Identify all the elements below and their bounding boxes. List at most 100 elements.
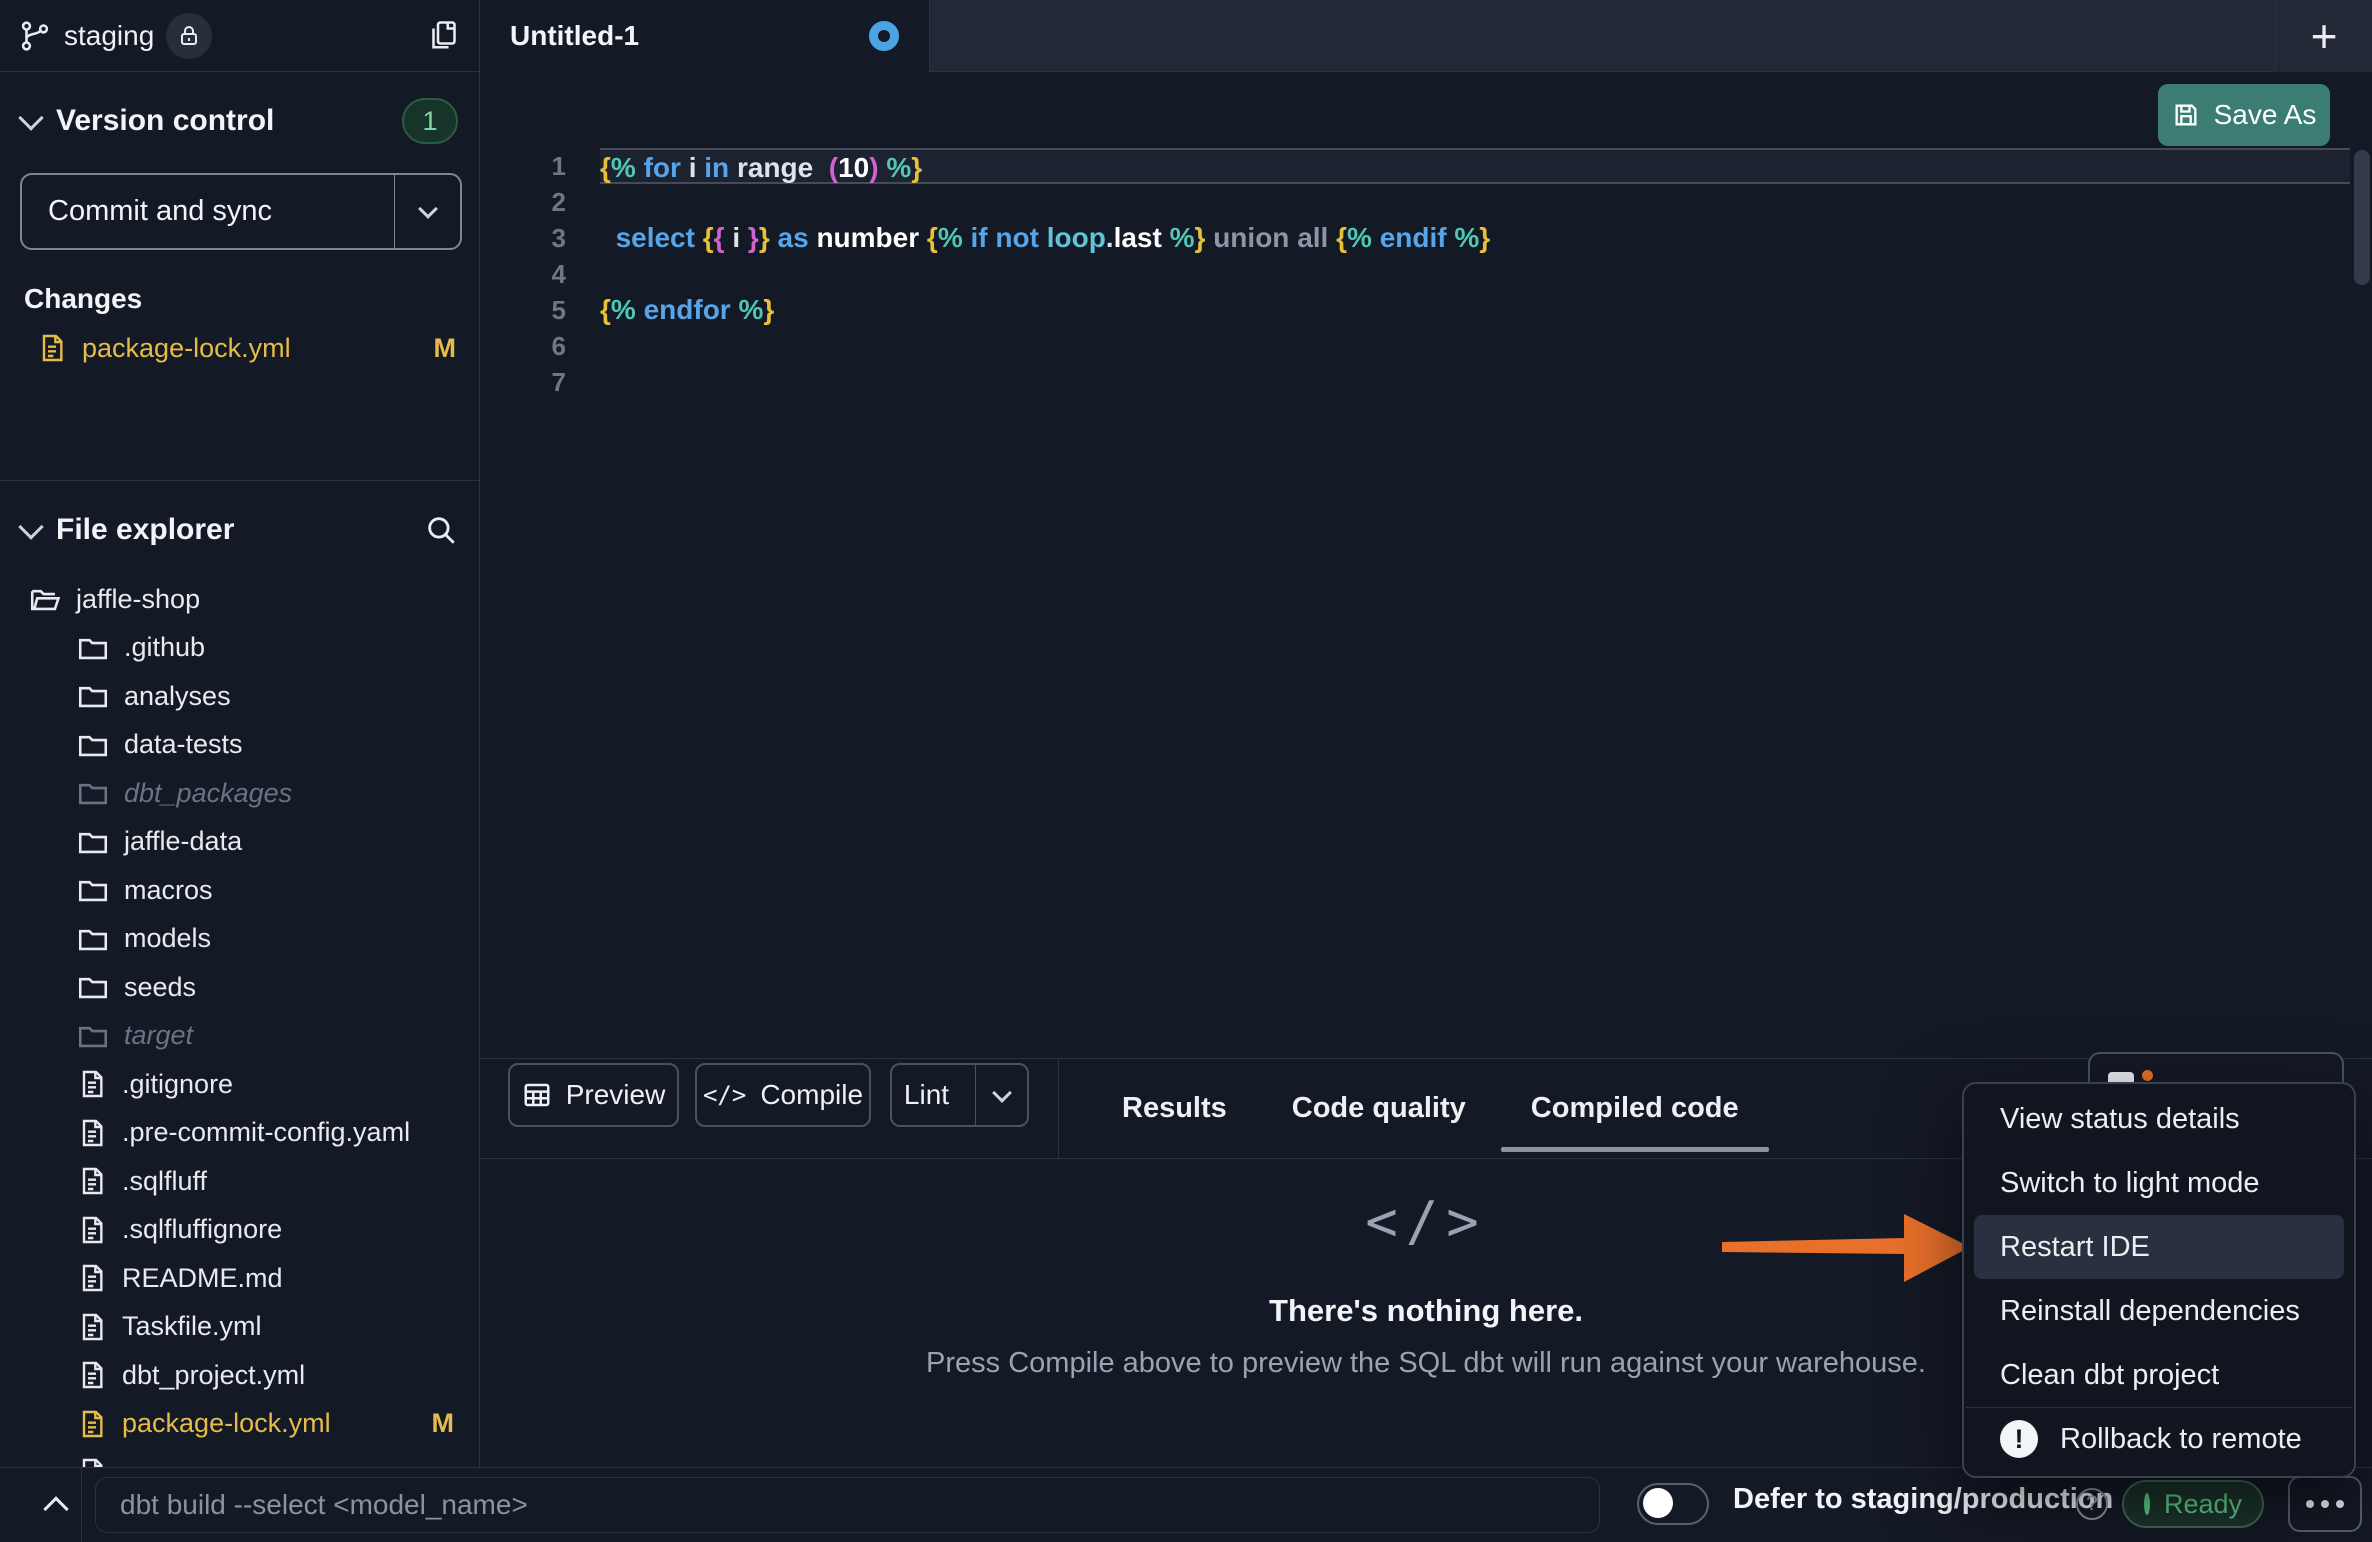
code-line-7[interactable]: 7 (480, 364, 2372, 400)
folder-open-icon (28, 582, 62, 616)
chevron-down-icon (418, 199, 438, 219)
tree-item-data-tests[interactable]: data-tests (0, 721, 480, 770)
git-branch-icon (18, 19, 52, 53)
tree-item-.github[interactable]: .github (0, 624, 480, 673)
line-number: 7 (480, 364, 566, 400)
code-line-2[interactable]: 2 (480, 184, 2372, 220)
tree-item-models[interactable]: models (0, 915, 480, 964)
tree-item-jaffle-data[interactable]: jaffle-data (0, 818, 480, 867)
code-line-3[interactable]: 3 select {{ i }} as number {% if not loo… (480, 220, 2372, 256)
tree-item-target[interactable]: target (0, 1012, 480, 1061)
file-explorer-header[interactable]: File explorer (0, 495, 480, 565)
tree-item-label: .sqlfluffignore (122, 1214, 282, 1245)
table-icon (522, 1080, 552, 1110)
menu-item-restart-ide[interactable]: Restart IDE (1974, 1215, 2344, 1279)
tree-item-package-lock.yml[interactable]: package-lock.ymlM (0, 1400, 480, 1449)
save-as-button[interactable]: Save As (2158, 84, 2330, 146)
ready-label: Ready (2164, 1489, 2242, 1520)
tree-item[interactable] (0, 1448, 480, 1467)
line-number: 1 (480, 148, 566, 184)
version-control-header[interactable]: Version control 1 (0, 86, 480, 156)
copy-icon[interactable] (426, 18, 462, 54)
folder-icon (76, 873, 110, 907)
tree-item-label: .gitignore (122, 1069, 233, 1100)
preview-label: Preview (566, 1079, 666, 1111)
tree-item-Taskfile.yml[interactable]: Taskfile.yml (0, 1303, 480, 1352)
branch-selector[interactable]: staging (18, 13, 212, 59)
tree-item-jaffle-shop[interactable]: jaffle-shop (0, 575, 480, 624)
ide-status-menu: View status detailsSwitch to light modeR… (1962, 1082, 2356, 1478)
tab-untitled-1[interactable]: Untitled-1 (480, 0, 930, 72)
tree-item-.sqlfluff[interactable]: .sqlfluff (0, 1157, 480, 1206)
menu-item-clean-dbt-project[interactable]: Clean dbt project (1974, 1343, 2344, 1407)
compile-label: Compile (760, 1079, 863, 1111)
tree-item-seeds[interactable]: seeds (0, 963, 480, 1012)
defer-label: Defer to staging/production (1733, 1483, 2113, 1516)
chevron-down-icon (992, 1083, 1012, 1103)
code-editor[interactable]: 1{% for i in range (10) %}23 select {{ i… (480, 148, 2372, 1058)
lint-dropdown[interactable] (975, 1065, 1027, 1125)
code-line-5[interactable]: 5 {% endfor %} (480, 292, 2372, 328)
compile-button[interactable]: </> Compile (695, 1063, 871, 1127)
help-icon[interactable]: ? (2076, 1488, 2108, 1520)
lint-button[interactable]: Lint (890, 1063, 1029, 1127)
command-input[interactable]: dbt build --select <model_name> (95, 1477, 1600, 1533)
tree-item-.sqlfluffignore[interactable]: .sqlfluffignore (0, 1206, 480, 1255)
tree-item-label: .github (124, 632, 205, 663)
modified-flag: M (432, 1408, 455, 1439)
file-icon (76, 1456, 108, 1467)
menu-item-reinstall-dependencies[interactable]: Reinstall dependencies (1974, 1279, 2344, 1343)
branch-bar: staging (0, 0, 480, 72)
branch-name: staging (64, 20, 154, 52)
tree-item-dbt_project.yml[interactable]: dbt_project.yml (0, 1351, 480, 1400)
code-line-6[interactable]: 6 (480, 328, 2372, 364)
new-tab-button[interactable]: + (2276, 0, 2372, 72)
file-icon (76, 1068, 108, 1100)
search-icon[interactable] (424, 513, 458, 547)
changes-heading: Changes (24, 283, 142, 315)
tree-item-.pre-commit-config.yaml[interactable]: .pre-commit-config.yaml (0, 1109, 480, 1158)
change-item[interactable]: package-lock.yml M (0, 324, 480, 372)
code-line-4[interactable]: 4 (480, 256, 2372, 292)
changes-count-badge: 1 (402, 98, 458, 144)
folder-icon (76, 728, 110, 762)
code-line-1[interactable]: 1{% for i in range (10) %} (480, 148, 2372, 184)
expand-command-bar-button[interactable] (30, 1467, 82, 1542)
tree-item-dbt_packages[interactable]: dbt_packages (0, 769, 480, 818)
menu-item-rollback-to-remote[interactable]: !Rollback to remote (1974, 1408, 2344, 1470)
tree-item-label: jaffle-data (124, 826, 242, 857)
code-text (600, 364, 2372, 400)
save-as-label: Save As (2214, 99, 2317, 131)
tree-item-README.md[interactable]: README.md (0, 1254, 480, 1303)
panel-tab-code-quality[interactable]: Code quality (1292, 1058, 1466, 1158)
panel-tab-compiled-code[interactable]: Compiled code (1531, 1058, 1739, 1158)
tree-item-label: jaffle-shop (76, 584, 200, 615)
tree-item-label: macros (124, 875, 213, 906)
chevron-down-icon (18, 514, 43, 539)
line-number: 5 (480, 292, 566, 328)
defer-toggle[interactable] (1637, 1483, 1709, 1525)
code-text (600, 328, 2372, 364)
tree-item-analyses[interactable]: analyses (0, 672, 480, 721)
tree-item-macros[interactable]: macros (0, 866, 480, 915)
line-number: 2 (480, 184, 566, 220)
commit-options-dropdown[interactable] (394, 175, 460, 248)
code-text: {% endfor %} (600, 292, 2372, 328)
folder-icon (76, 1019, 110, 1053)
branch-lock-badge[interactable] (166, 13, 212, 59)
panel-tabs: Results Code quality Compiled code (1122, 1058, 1739, 1158)
preview-button[interactable]: Preview (508, 1063, 679, 1127)
file-icon (76, 1408, 108, 1440)
menu-item-view-status-details[interactable]: View status details (1974, 1087, 2344, 1151)
tree-item-label: target (124, 1020, 193, 1051)
tree-item-.gitignore[interactable]: .gitignore (0, 1060, 480, 1109)
menu-item-switch-to-light-mode[interactable]: Switch to light mode (1974, 1151, 2344, 1215)
panel-tab-results[interactable]: Results (1122, 1058, 1227, 1158)
more-options-button[interactable] (2288, 1476, 2362, 1532)
modified-flag: M (434, 333, 457, 364)
commit-and-sync-button[interactable]: Commit and sync (20, 173, 462, 250)
file-icon (76, 1117, 108, 1149)
tree-item-label: seeds (124, 972, 196, 1003)
tree-item-label: data-tests (124, 729, 243, 760)
line-number: 3 (480, 220, 566, 256)
